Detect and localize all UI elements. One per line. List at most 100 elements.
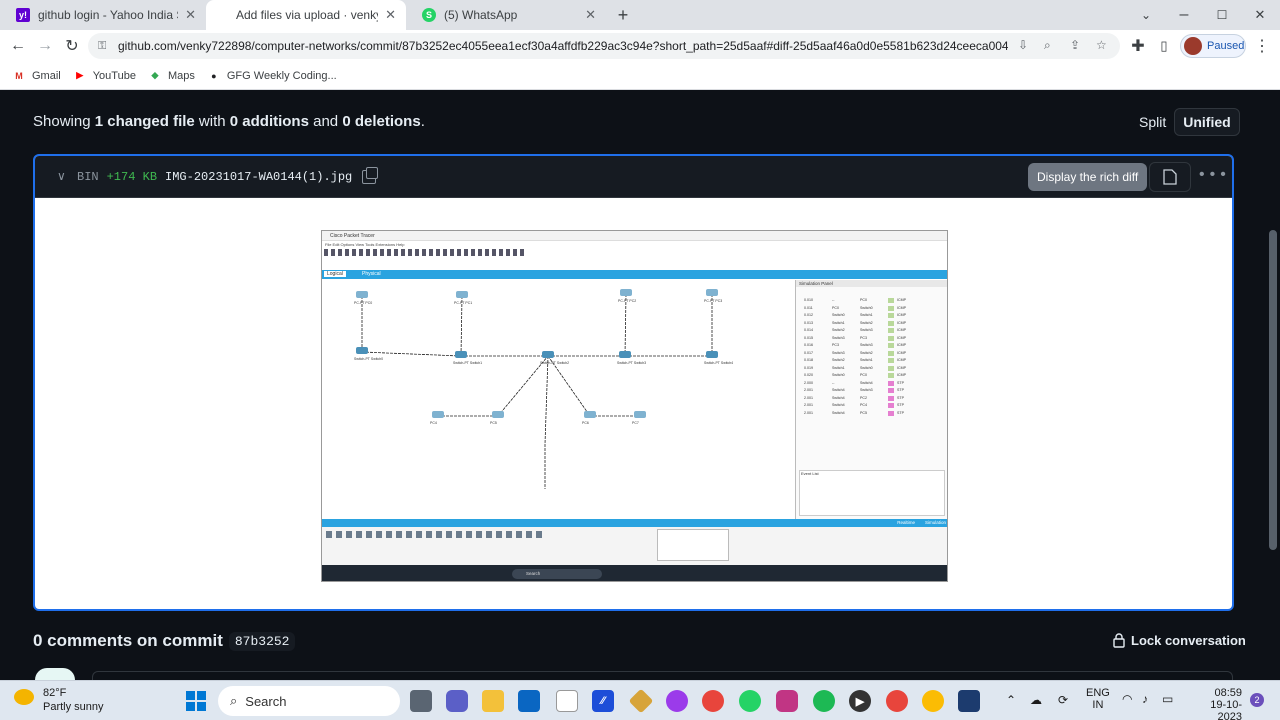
- teams-icon[interactable]: [446, 690, 468, 712]
- cloud-icon[interactable]: ☁: [1030, 693, 1042, 707]
- event-row: 0.010 -- PC0 ICMP: [804, 298, 942, 306]
- language-indicator[interactable]: ENG IN: [1086, 687, 1110, 711]
- event-cell: Switch3: [860, 343, 873, 347]
- app-icon[interactable]: [628, 688, 654, 714]
- volume-icon[interactable]: ♪: [1142, 692, 1148, 706]
- new-tab-button[interactable]: +: [611, 3, 635, 27]
- store-icon[interactable]: [518, 690, 540, 712]
- document-icon[interactable]: [556, 690, 578, 712]
- more-options-icon[interactable]: •••: [1197, 166, 1229, 184]
- changed-files-count: 1 changed file: [94, 113, 195, 130]
- summary-text: .: [420, 113, 425, 130]
- rich-diff-button[interactable]: [1149, 162, 1191, 192]
- install-app-icon[interactable]: ⇩: [1018, 38, 1028, 52]
- event-color: [888, 403, 894, 408]
- weather-condition[interactable]: Partly sunny: [43, 701, 104, 713]
- taskbar-search[interactable]: ⌕ Search: [218, 686, 400, 716]
- topology-node: [634, 411, 646, 418]
- bookmark-label: Gmail: [32, 69, 61, 82]
- file-size-delta: +174 KB: [106, 169, 158, 184]
- event-row: 2.001 Switch4 PC2 STP: [804, 395, 942, 404]
- close-tab-icon[interactable]: ✕: [385, 7, 396, 23]
- page-scrollbar[interactable]: [1266, 90, 1280, 680]
- packet-tracer-icon[interactable]: [958, 690, 980, 712]
- sim-panel-title: Simulation Panel: [796, 280, 947, 287]
- event-cell: Switch4: [832, 388, 845, 392]
- close-tab-icon[interactable]: ✕: [585, 7, 596, 23]
- start-icon[interactable]: [185, 690, 207, 712]
- event-cell: 2.000: [804, 380, 813, 385]
- event-cell: 0.012: [804, 313, 813, 317]
- scrollbar-thumb[interactable]: [1269, 230, 1277, 550]
- zoom-icon[interactable]: ⌕: [1044, 38, 1051, 53]
- event-cell: Switch0: [860, 305, 873, 310]
- tab-yahoo[interactable]: y! github login - Yahoo India Searc ✕: [0, 0, 206, 30]
- event-cell: PC3: [832, 343, 839, 347]
- copy-path-icon[interactable]: [362, 166, 379, 184]
- event-row: 0.012 Switch0 Switch1 ICMP: [804, 313, 942, 321]
- tab-whatsapp[interactable]: S (5) WhatsApp ✕: [406, 0, 606, 30]
- site-info-icon[interactable]: ⚿: [98, 40, 110, 53]
- instagram-icon[interactable]: [776, 690, 798, 712]
- bookmark-maps[interactable]: ◆ Maps: [148, 70, 195, 82]
- event-cell: 0.016: [804, 343, 813, 347]
- sync-icon[interactable]: ⟳: [1058, 693, 1068, 707]
- collapse-chevron-icon[interactable]: ∨: [57, 169, 77, 184]
- app-icon[interactable]: [666, 690, 688, 712]
- clock[interactable]: 08:59 19-10-2023: [1190, 687, 1242, 720]
- event-cell: Switch1: [832, 320, 845, 325]
- file-explorer-icon[interactable]: [482, 690, 504, 712]
- event-cell: Switch3: [832, 350, 845, 355]
- event-cell: PC0: [860, 373, 867, 377]
- extensions-icon[interactable]: ✚: [1126, 34, 1150, 58]
- bookmark-star-icon[interactable]: ☆: [1096, 38, 1107, 52]
- close-window-button[interactable]: ✕: [1248, 3, 1272, 27]
- share-icon[interactable]: ⇪: [1070, 38, 1080, 52]
- topology-node: [432, 411, 444, 418]
- maximize-button[interactable]: ☐: [1210, 3, 1234, 27]
- diff-summary: Showing 1 changed file with 0 additions …: [33, 113, 425, 130]
- media-player-icon[interactable]: ▶: [849, 690, 871, 712]
- split-button[interactable]: Split: [1131, 108, 1174, 136]
- close-tab-icon[interactable]: ✕: [185, 7, 196, 23]
- forward-icon[interactable]: →: [33, 34, 57, 58]
- wifi-icon[interactable]: ◠: [1122, 692, 1132, 706]
- gmail-icon: M: [15, 70, 23, 81]
- chevron-up-icon[interactable]: ⌃: [1006, 693, 1016, 707]
- commit-sha[interactable]: 87b3252: [228, 631, 296, 651]
- chrome-icon[interactable]: [702, 690, 724, 712]
- reload-icon[interactable]: ↻: [60, 34, 84, 58]
- event-cell: Switch3: [860, 328, 873, 332]
- bookmark-youtube[interactable]: ▶ YouTube: [73, 70, 136, 82]
- minimize-button[interactable]: –: [1172, 3, 1196, 27]
- back-icon[interactable]: ←: [6, 34, 30, 58]
- address-bar[interactable]: ⚿ github.com/venky722898/computer-networ…: [88, 33, 1120, 59]
- editor-icon[interactable]: ⁄⁄: [592, 690, 614, 712]
- spotify-icon[interactable]: [813, 690, 835, 712]
- chrome-icon[interactable]: [886, 690, 908, 712]
- event-color: [888, 328, 894, 333]
- notification-badge[interactable]: 2: [1250, 693, 1264, 707]
- battery-icon[interactable]: ▭: [1162, 692, 1173, 706]
- whatsapp-icon[interactable]: [739, 690, 761, 712]
- date: 19-10-2023: [1210, 699, 1242, 720]
- topology-node: [356, 291, 368, 298]
- temperature[interactable]: 82°F: [43, 687, 66, 699]
- bookmark-gmail[interactable]: M Gmail: [12, 69, 61, 82]
- topology-node: [706, 351, 718, 358]
- file-name[interactable]: IMG-20231017-WA0144(1).jpg: [165, 170, 352, 184]
- network-topology: PC-PT PC0 PC-PT PC1 PC-PT PC2 PC-PT PC3 Swit…: [354, 289, 733, 489]
- lock-conversation-button[interactable]: Lock conversation: [1112, 633, 1246, 648]
- task-view-icon[interactable]: [410, 690, 432, 712]
- bookmark-gfg[interactable]: ● GFG Weekly Coding...: [207, 70, 337, 82]
- side-panel-icon[interactable]: ▯: [1152, 34, 1176, 58]
- unified-button[interactable]: Unified: [1174, 108, 1240, 136]
- event-cell: Switch2: [860, 320, 873, 325]
- node-label: PC-PT PC2: [618, 299, 636, 303]
- tab-search-icon[interactable]: ⌄: [1134, 3, 1158, 27]
- tab-github-commit[interactable]: Add files via upload · venky7228 ✕: [206, 0, 406, 30]
- chrome-icon[interactable]: [922, 690, 944, 712]
- yahoo-icon: y!: [16, 8, 30, 22]
- menu-icon[interactable]: ⋮: [1250, 34, 1274, 58]
- profile-button[interactable]: Paused: [1180, 34, 1246, 58]
